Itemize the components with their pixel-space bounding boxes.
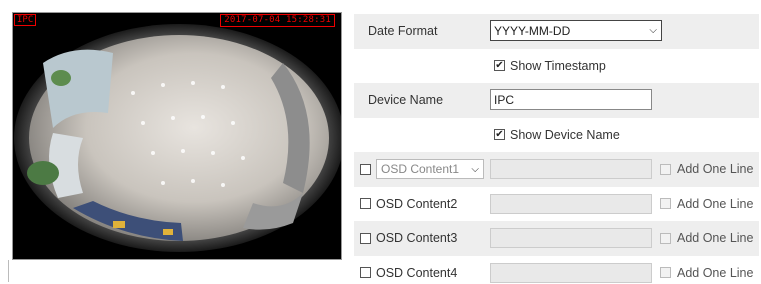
osd-content2-checkbox[interactable] — [360, 198, 371, 210]
device-name-label: Device Name — [368, 93, 444, 108]
osd-content1-input[interactable] — [490, 159, 652, 179]
osd-content4-add-line-label: Add One Line — [677, 265, 754, 280]
osd-content1-label: OSD Content1 — [381, 162, 460, 177]
date-format-label: Date Format — [368, 24, 438, 39]
osd-content4-add-line-checkbox[interactable] — [660, 267, 671, 279]
osd-content3-input[interactable] — [490, 228, 652, 248]
osd-content2-add-line-checkbox[interactable] — [660, 198, 671, 210]
osd-content1-add-line-checkbox[interactable] — [660, 163, 671, 175]
show-timestamp-row: ✔ Show Timestamp — [354, 49, 759, 84]
osd-content1-checkbox[interactable] — [360, 163, 371, 175]
osd-content4-checkbox[interactable] — [360, 267, 371, 279]
osd-content1-select[interactable]: OSD Content1 ⌵ — [376, 159, 484, 180]
osd-timestamp-overlay: 2017-07-04 15:28:31 — [220, 14, 335, 27]
osd-content3-add-line-label: Add One Line — [677, 231, 754, 246]
osd-device-name-overlay: IPC — [14, 14, 37, 26]
chevron-down-icon: ⌵ — [471, 163, 479, 175]
osd-content1-row: OSD Content1 ⌵ Add One Line — [354, 152, 759, 187]
date-format-value: YYYY-MM-DD — [494, 23, 571, 38]
osd-content2-add-line-label: Add One Line — [677, 196, 754, 211]
fisheye-video-frame — [14, 24, 341, 252]
osd-content4-row: OSD Content4 Add One Line — [354, 256, 759, 284]
date-format-row: Date Format YYYY-MM-DD ⌵ — [354, 14, 759, 49]
chevron-down-icon: ⌵ — [649, 25, 657, 36]
osd-content1-add-line-label: Add One Line — [677, 162, 754, 177]
show-timestamp-checkbox[interactable]: ✔ — [494, 60, 505, 72]
osd-content3-add-line-checkbox[interactable] — [660, 232, 671, 244]
divider — [8, 260, 9, 282]
osd-content3-row: OSD Content3 Add One Line — [354, 221, 759, 256]
osd-content4-input[interactable] — [490, 262, 652, 283]
device-name-input[interactable]: IPC — [490, 89, 652, 110]
show-device-name-row: ✔ Show Device Name — [354, 118, 759, 153]
live-preview: IPC 2017-07-04 15:28:31 — [12, 12, 342, 260]
osd-settings-form: Date Format YYYY-MM-DD ⌵ ✔ Show Timestam… — [354, 14, 759, 284]
osd-content3-label: OSD Content3 — [376, 231, 458, 246]
osd-content2-input[interactable] — [490, 193, 652, 214]
show-device-name-checkbox[interactable]: ✔ — [494, 129, 505, 141]
osd-content3-checkbox[interactable] — [360, 232, 371, 244]
device-name-row: Device Name IPC — [354, 83, 759, 118]
show-timestamp-label: Show Timestamp — [510, 58, 606, 73]
osd-content2-label: OSD Content2 — [376, 196, 458, 211]
show-device-name-label: Show Device Name — [510, 127, 620, 142]
date-format-select[interactable]: YYYY-MM-DD ⌵ — [490, 20, 662, 41]
osd-content4-label: OSD Content4 — [376, 265, 458, 280]
osd-content2-row: OSD Content2 Add One Line — [354, 187, 759, 222]
